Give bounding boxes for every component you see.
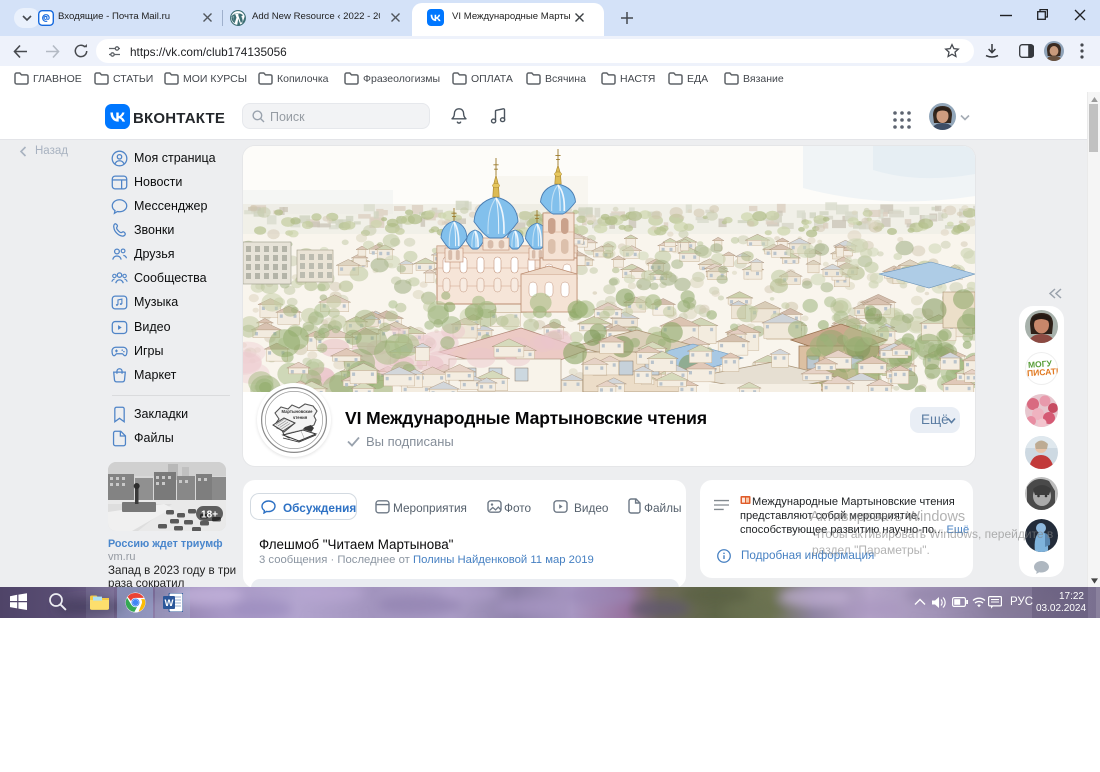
svg-text:18+: 18+ (201, 510, 218, 521)
svg-text:Мартыновские: Мартыновские (282, 409, 314, 414)
svg-text:W: W (165, 598, 174, 609)
svg-text:чтения: чтения (293, 415, 308, 420)
